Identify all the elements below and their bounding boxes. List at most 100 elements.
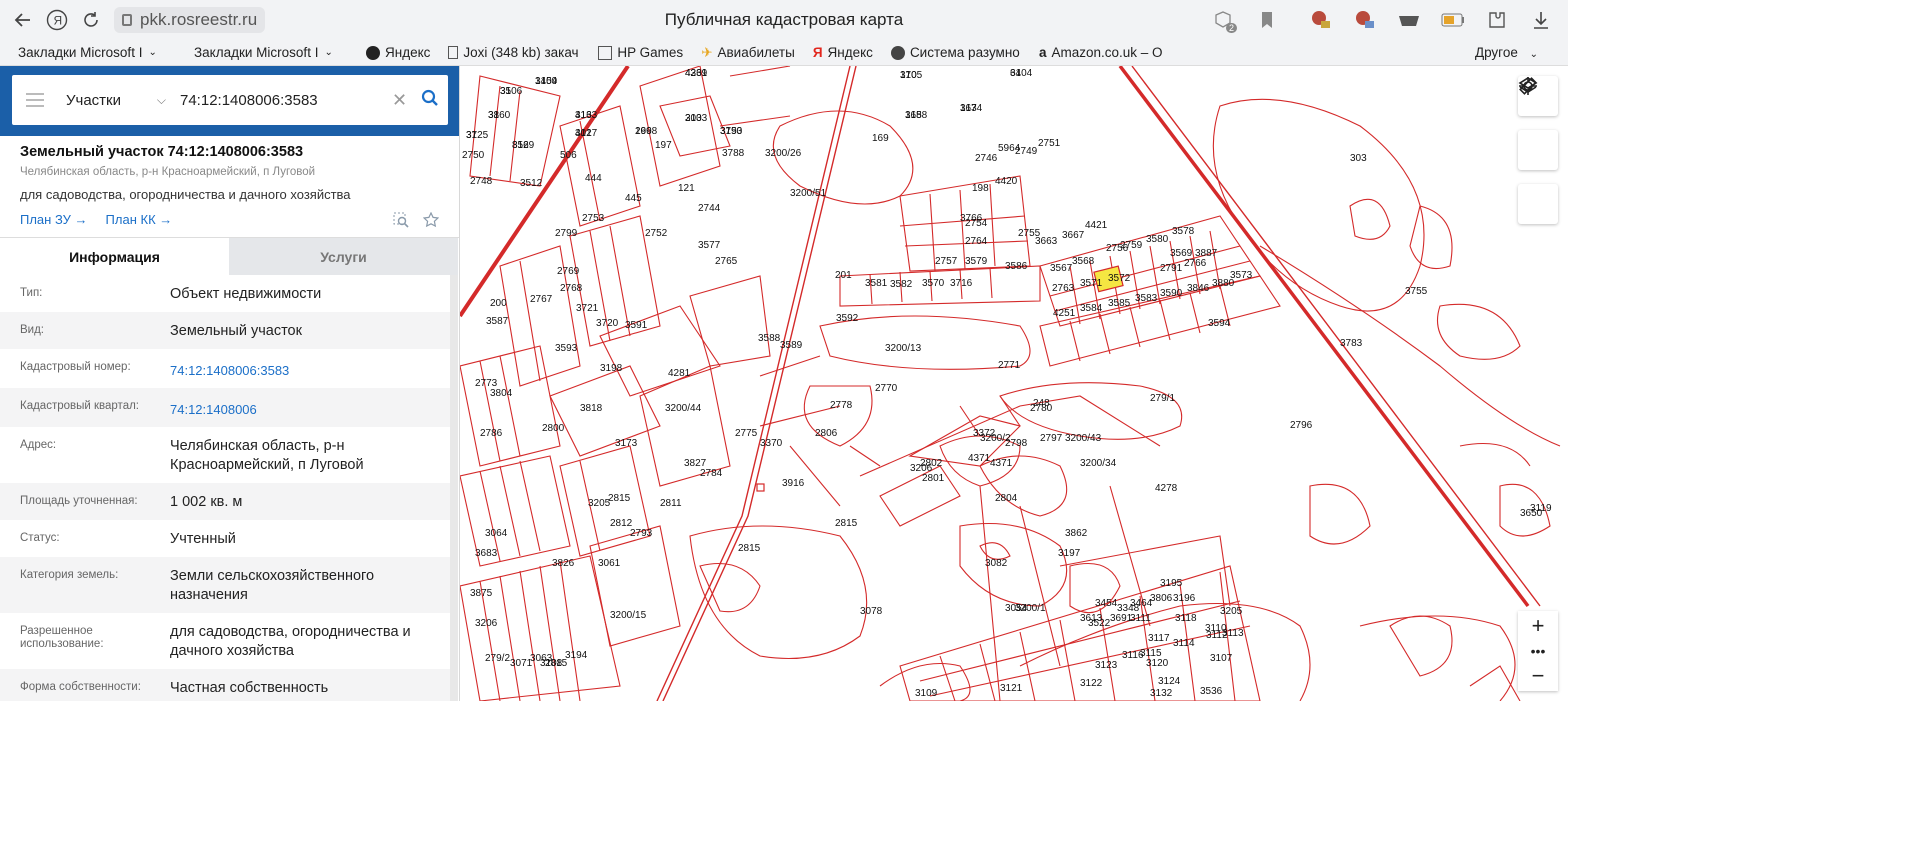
parcel-label: 3107 bbox=[1210, 653, 1233, 664]
yandex-icon: Я bbox=[812, 45, 823, 60]
extensions-puzzle-icon[interactable] bbox=[1482, 5, 1512, 35]
cadastral-number-link[interactable]: 74:12:1408006:3583 bbox=[170, 349, 450, 388]
parcel-label: 3590 bbox=[1160, 288, 1183, 299]
parcel-label: 3587 bbox=[486, 316, 509, 327]
parcel-label: 3061 bbox=[598, 558, 621, 569]
parcel-label: 3120 bbox=[1146, 658, 1169, 669]
parcel-label: 2815 bbox=[608, 493, 631, 504]
search-icon[interactable] bbox=[421, 89, 439, 112]
parcel-label: 2771 bbox=[998, 360, 1021, 371]
zoom-out-button[interactable]: − bbox=[1518, 661, 1558, 691]
parcel-label: 3591 bbox=[625, 320, 648, 331]
bookmark-item[interactable]: a Amazon.co.uk – O bbox=[1039, 45, 1169, 60]
bookmark-item[interactable]: Закладки Microsoft I ⌄ bbox=[18, 45, 176, 60]
parcel-label: 4371 bbox=[990, 458, 1013, 469]
favorite-star-icon[interactable] bbox=[422, 211, 440, 233]
bookmark-item[interactable]: Я Яндекс bbox=[813, 45, 873, 60]
bookmark-item[interactable]: Система разумно bbox=[890, 45, 1021, 60]
parcel-label: 3118 bbox=[1175, 613, 1197, 624]
parcel-label: 3200/13 bbox=[885, 343, 922, 354]
cadastral-map[interactable]: 4331 170 64 35 1404 38 416 37 196 203 3790 168 167 85… bbox=[460, 66, 1568, 701]
search-header: Участки ⌵ ✕ bbox=[0, 66, 459, 136]
info-row-type: Тип: Объект недвижимости bbox=[0, 275, 450, 312]
zoom-controls: + ••• − bbox=[1518, 611, 1558, 691]
bookmark-item[interactable]: HP Games bbox=[598, 45, 683, 60]
parcel-label: 3134 bbox=[960, 103, 983, 114]
reload-icon[interactable] bbox=[74, 5, 108, 35]
parcel-label: 3581 bbox=[865, 278, 888, 289]
download-icon[interactable] bbox=[1526, 5, 1556, 35]
address-bar[interactable]: pkk.rosreestr.ru bbox=[114, 7, 266, 33]
object-title: Земельный участок 74:12:1408006:3583 bbox=[20, 144, 304, 160]
tabs-counter-icon[interactable]: 2 bbox=[1208, 5, 1238, 35]
bookmarks-other[interactable]: Другое ⌄ bbox=[1475, 45, 1538, 60]
parcel-label: 3880 bbox=[1212, 278, 1235, 289]
tab-services[interactable]: Услуги bbox=[229, 238, 458, 275]
locate-icon[interactable] bbox=[1518, 77, 1558, 224]
parcel-label: 3577 bbox=[698, 240, 721, 251]
parcel-label: 3721 bbox=[576, 303, 599, 314]
parcel-label: 3105 bbox=[900, 70, 923, 81]
parcel-label: 169 bbox=[872, 133, 889, 144]
parcel-label: 3571 bbox=[1080, 278, 1103, 289]
parcel-label: 3200/51 bbox=[790, 188, 827, 199]
tab-info[interactable]: Информация bbox=[0, 238, 229, 275]
plan-links: План ЗУ → План КК → bbox=[20, 212, 172, 227]
parcel-label: 3116 bbox=[1122, 650, 1144, 661]
plan-kk-link[interactable]: План КК → bbox=[106, 212, 173, 227]
parcel-label: 3579 bbox=[965, 256, 988, 267]
parcel-label: 2800 bbox=[542, 423, 565, 434]
globe-icon bbox=[890, 45, 905, 60]
battery-icon[interactable] bbox=[1438, 5, 1468, 35]
parcel-label: 3200/26 bbox=[765, 148, 802, 159]
bookmark-item[interactable]: Joxi (348 kb) закач bbox=[448, 45, 580, 60]
parcel-label: 2784 bbox=[700, 468, 723, 479]
parcel-label: 3585 bbox=[1108, 298, 1131, 309]
extension-icon[interactable] bbox=[1394, 5, 1424, 35]
cadastral-quarter-link[interactable]: 74:12:1408006 bbox=[170, 388, 450, 427]
info-key: Кадастровый номер: bbox=[20, 361, 131, 373]
clear-icon[interactable]: ✕ bbox=[392, 90, 407, 111]
object-actions bbox=[393, 211, 440, 233]
parcel-label: 3173 bbox=[615, 438, 638, 449]
bookmark-icon[interactable] bbox=[1252, 5, 1282, 35]
info-key: Статус: bbox=[20, 532, 60, 544]
parcel-label: 3826 bbox=[552, 558, 575, 569]
zoom-to-object-icon[interactable] bbox=[393, 212, 409, 233]
ruler-icon[interactable] bbox=[1518, 77, 1558, 170]
parcel-label: 3583 bbox=[1135, 293, 1158, 304]
more-options-icon[interactable]: ••• bbox=[1518, 641, 1558, 661]
map-canvas[interactable]: 4331 170 6435140438 41637 196203379016816785… bbox=[460, 66, 1568, 701]
parcel-label: 2757 bbox=[935, 256, 958, 267]
bookmark-item[interactable]: Яндекс bbox=[366, 45, 430, 60]
tab-count: 2 bbox=[1225, 23, 1237, 33]
bookmark-item[interactable]: Закладки Microsoft I ⌄ bbox=[194, 45, 344, 60]
parcel-label: 3567 bbox=[1050, 263, 1073, 274]
extension-icon[interactable] bbox=[1306, 5, 1336, 35]
parcel-label: 3512 bbox=[520, 178, 543, 189]
parcel-label: 3114 bbox=[1173, 638, 1195, 649]
panel-scrollbar[interactable] bbox=[450, 275, 458, 701]
menu-icon[interactable] bbox=[12, 75, 58, 125]
parcel-label: 3582 bbox=[890, 279, 913, 290]
parcel-label: 303 bbox=[1350, 153, 1367, 164]
parcel-label: 2802 bbox=[920, 458, 943, 469]
zoom-in-button[interactable]: + bbox=[1518, 611, 1558, 641]
yandex-home-icon[interactable]: Я bbox=[40, 5, 74, 35]
object-use: для садоводства, огородничества и дачног… bbox=[20, 187, 351, 202]
parcel-label: 3111 bbox=[1130, 613, 1151, 624]
bookmark-item[interactable]: ✈ Авиабилеты bbox=[701, 45, 795, 61]
extension-icon[interactable] bbox=[1350, 5, 1380, 35]
object-type-select[interactable]: Участки ⌵ bbox=[58, 92, 166, 109]
cadastral-search-input[interactable] bbox=[180, 91, 380, 109]
parcel-label: 201 bbox=[835, 270, 852, 281]
bookmarks-bar: Закладки Microsoft I ⌄ Закладки Microsof… bbox=[0, 40, 1568, 66]
plan-zu-link[interactable]: План ЗУ → bbox=[20, 212, 88, 227]
parcel-label: 2752 bbox=[645, 228, 668, 239]
back-arrow-icon[interactable] bbox=[6, 5, 40, 35]
parcel-label: 2791 bbox=[1160, 263, 1183, 274]
parcel-label: 3720 bbox=[596, 318, 619, 329]
info-row-land-category: Категория земель: Земли сельскохозяйстве… bbox=[0, 557, 450, 613]
parcel-label: 2797 bbox=[1040, 433, 1063, 444]
parcel-label: 2753 bbox=[582, 213, 605, 224]
